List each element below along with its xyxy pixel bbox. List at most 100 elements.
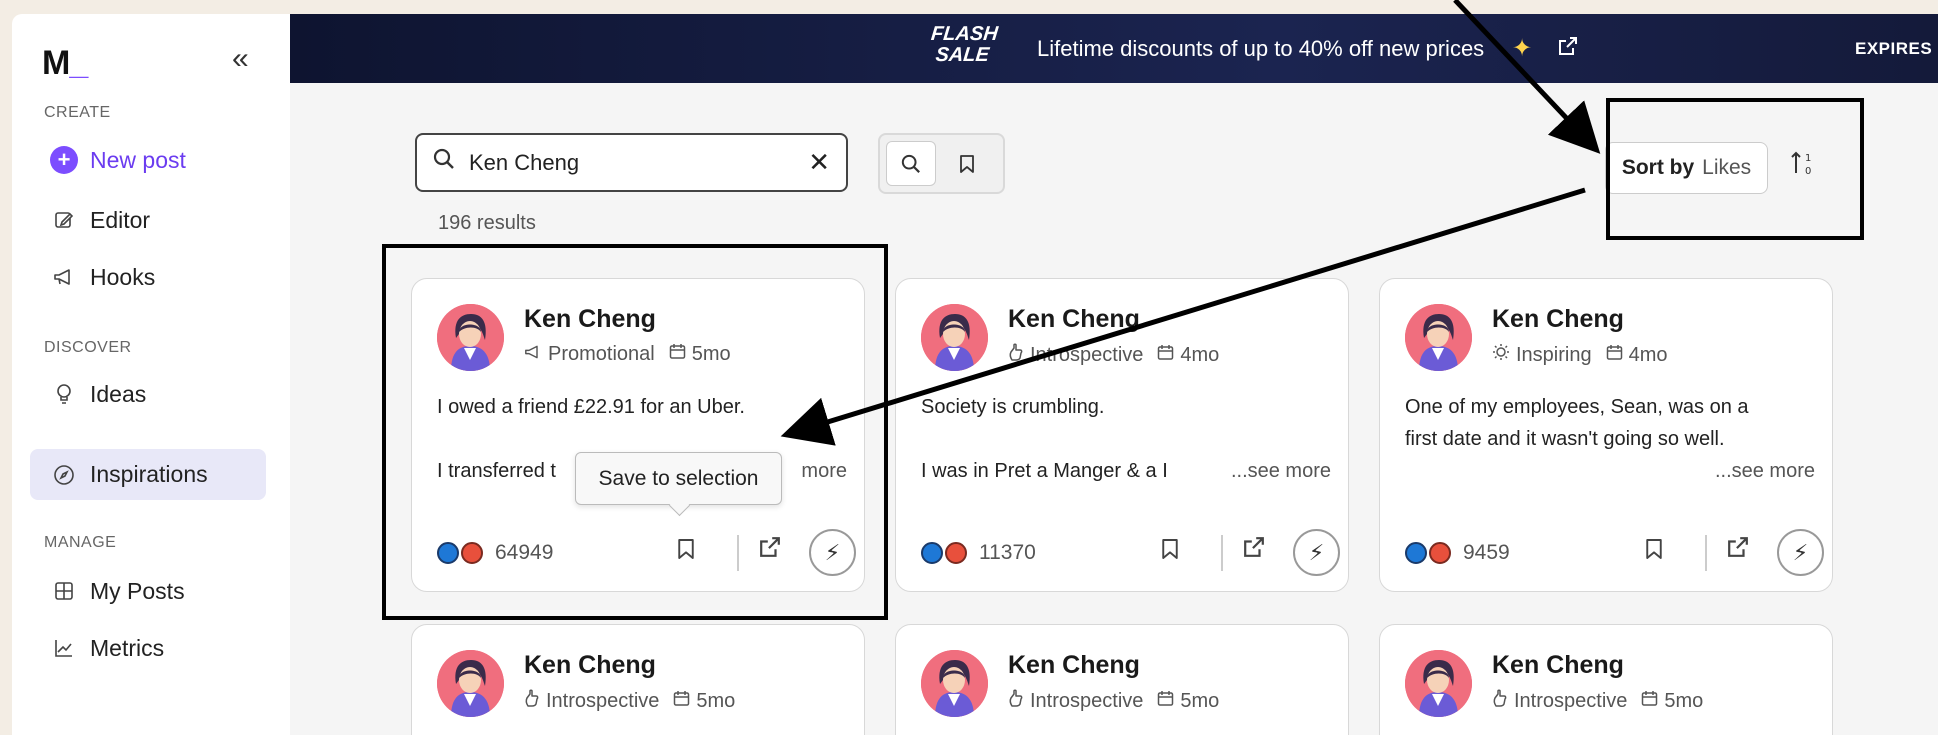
search-icon: [433, 148, 455, 177]
post-author[interactable]: Ken Cheng: [1492, 305, 1624, 334]
flash-sale-badge: FLASH SALE: [930, 23, 999, 66]
post-tag: Introspective: [1514, 690, 1628, 712]
post-age: 4mo: [1180, 344, 1220, 366]
view-toggle: [878, 133, 1005, 194]
post-tag: Inspiring: [1516, 344, 1592, 366]
sidebar-item-hooks[interactable]: Hooks: [30, 252, 266, 302]
divider: [1221, 535, 1223, 571]
post-line-1: One of my employees, Sean, was on a: [1405, 396, 1749, 418]
bolt-icon[interactable]: ⚡: [1777, 529, 1824, 576]
app-logo[interactable]: M_: [42, 44, 88, 83]
external-link-icon[interactable]: [1558, 36, 1578, 62]
post-age: 4mo: [1628, 344, 1668, 366]
banner-text: Lifetime discounts of up to 40% off new …: [1037, 36, 1485, 61]
post-meta: Introspective 5mo: [524, 689, 735, 713]
sidebar-item-my-posts[interactable]: My Posts: [30, 566, 266, 616]
sidebar-item-new-post[interactable]: + New post: [30, 135, 266, 185]
search-box: ✕: [415, 133, 848, 192]
post-meta: Inspiring 4mo: [1492, 343, 1668, 367]
post-author[interactable]: Ken Cheng: [524, 651, 656, 680]
calendar-icon: [1641, 690, 1658, 712]
post-line-2: I was in Pret a Manger & a I: [921, 460, 1168, 482]
sort-highlight-box: [1606, 98, 1864, 240]
saved-mode-button[interactable]: [942, 141, 992, 186]
bookmark-icon[interactable]: [1645, 537, 1663, 568]
sidebar-item-metrics[interactable]: Metrics: [30, 623, 266, 673]
open-post-icon[interactable]: [1243, 536, 1265, 565]
plus-icon: +: [50, 146, 78, 174]
bolt-icon[interactable]: ⚡: [1293, 529, 1340, 576]
calendar-icon: [1157, 344, 1174, 366]
sun-icon: [1492, 344, 1510, 366]
chart-icon: [50, 638, 78, 658]
banner-expires: EXPIRES: [1855, 39, 1933, 58]
see-more-link[interactable]: ...see more: [1405, 455, 1815, 487]
post-body: One of my employees, Sean, was on a first…: [1405, 391, 1815, 487]
love-reaction-icon: [945, 542, 967, 564]
post-line-2: first date and it wasn't going so well.: [1405, 428, 1725, 450]
love-reaction-icon: [1429, 542, 1451, 564]
reaction-count: 11370: [979, 541, 1036, 564]
post-card[interactable]: Ken Cheng Inspiring 4mo One of my employees…: [1379, 278, 1833, 592]
post-age: 5mo: [1180, 690, 1220, 712]
search-input[interactable]: [469, 149, 809, 176]
hand-icon: [1492, 689, 1508, 712]
post-author[interactable]: Ken Cheng: [1492, 651, 1624, 680]
grid-icon: [50, 581, 78, 601]
avatar[interactable]: [921, 650, 988, 717]
like-reaction-icon: [1405, 542, 1427, 564]
post-meta: Introspective 5mo: [1008, 689, 1219, 713]
post-age: 5mo: [1664, 690, 1704, 712]
post-card[interactable]: Ken Cheng Introspective 5mo: [1379, 624, 1833, 735]
save-tooltip: Save to selection: [575, 452, 782, 505]
search-mode-button[interactable]: [886, 141, 936, 186]
compass-icon: [50, 464, 78, 486]
post-card[interactable]: Ken Cheng Introspective 4mo Society is crum…: [895, 278, 1349, 592]
clear-search-icon[interactable]: ✕: [808, 147, 830, 178]
flash-sale-banner[interactable]: FLASH SALE Lifetime discounts of up to 4…: [290, 14, 1938, 83]
reactions: 9459: [1405, 541, 1510, 565]
post-author[interactable]: Ken Cheng: [1008, 305, 1140, 334]
section-manage: MANAGE: [44, 534, 117, 551]
like-reaction-icon: [921, 542, 943, 564]
hand-icon: [1008, 343, 1024, 366]
sparkle-icon: ✦: [1512, 35, 1533, 62]
post-author[interactable]: Ken Cheng: [1008, 651, 1140, 680]
section-discover: DISCOVER: [44, 339, 132, 356]
sidebar-item-editor[interactable]: Editor: [30, 195, 266, 245]
collapse-sidebar-button[interactable]: «: [232, 42, 249, 76]
post-footer: 9459 ⚡: [1405, 529, 1824, 576]
avatar[interactable]: [1405, 650, 1472, 717]
post-card[interactable]: Ken Cheng Introspective 5mo: [895, 624, 1349, 735]
see-more-link[interactable]: ...see more: [1231, 455, 1331, 487]
sidebar-item-ideas[interactable]: Ideas: [30, 369, 266, 419]
bookmark-icon[interactable]: [1161, 537, 1179, 568]
post-footer: 11370 ⚡: [921, 529, 1340, 576]
post-tag: Introspective: [546, 690, 660, 712]
calendar-icon: [1157, 690, 1174, 712]
post-line-1: Society is crumbling.: [921, 396, 1105, 418]
hand-icon: [524, 689, 540, 712]
avatar[interactable]: [437, 650, 504, 717]
post-meta: Introspective 4mo: [1008, 343, 1219, 367]
lightbulb-icon: [50, 383, 78, 405]
post-tag: Introspective: [1030, 344, 1144, 366]
calendar-icon: [1606, 344, 1623, 366]
post-card[interactable]: Ken Cheng Introspective 5mo: [411, 624, 865, 735]
reactions: 11370: [921, 541, 1036, 565]
edit-icon: [50, 210, 78, 230]
sidebar-item-inspirations[interactable]: Inspirations: [30, 449, 266, 500]
reaction-count: 9459: [1463, 541, 1510, 564]
post-tag: Introspective: [1030, 690, 1144, 712]
open-post-icon[interactable]: [1727, 536, 1749, 565]
post-age: 5mo: [696, 690, 736, 712]
megaphone-icon: [50, 267, 78, 287]
card-highlight-box: [382, 244, 888, 620]
calendar-icon: [673, 690, 690, 712]
results-count: 196 results: [438, 212, 536, 234]
avatar[interactable]: [921, 304, 988, 371]
avatar[interactable]: [1405, 304, 1472, 371]
section-create: CREATE: [44, 104, 111, 121]
divider: [1705, 535, 1707, 571]
hand-icon: [1008, 689, 1024, 712]
